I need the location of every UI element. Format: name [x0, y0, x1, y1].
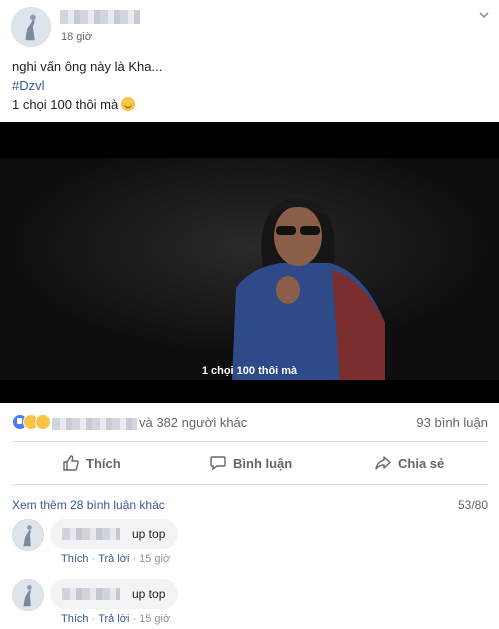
- video-subtitle: 1 chọi 100 thôi mà: [201, 365, 298, 377]
- hashtag-link[interactable]: #Dzvl: [12, 76, 162, 95]
- reaction-others-text[interactable]: và 382 người khác: [139, 415, 247, 430]
- separator-dot: ·: [91, 553, 96, 565]
- comment-text: up top: [132, 587, 166, 601]
- video-scene: [0, 158, 499, 380]
- post-text: nghi vấn ông này là Kha... #Dzvl 1 chọi …: [12, 57, 162, 114]
- chevron-down-icon[interactable]: [477, 8, 491, 22]
- comment-page-count: 53/80: [457, 498, 488, 512]
- reactions-summary[interactable]: và 382 người khác 93 bình luận: [12, 411, 488, 435]
- post-text-line-emoji: 1 chọi 100 thôi mà: [12, 95, 162, 114]
- sad-icon: [35, 414, 51, 430]
- commenter-avatar[interactable]: [12, 579, 44, 611]
- post-text-line: 1 chọi 100 thôi mà: [12, 97, 119, 112]
- avatar-image: [13, 580, 43, 610]
- like-button[interactable]: Thích: [62, 445, 121, 481]
- avatar-image: [13, 520, 43, 550]
- post-time[interactable]: 18 giờ: [61, 31, 92, 43]
- comment-button-label: Bình luận: [233, 455, 293, 471]
- comment-item: up top Thích · Trả lời · 15 giờ: [0, 519, 499, 579]
- comment-actions: Thích · Trả lời · 15 giờ: [61, 553, 170, 565]
- commenter-name-blurred[interactable]: [62, 528, 120, 540]
- comment-time[interactable]: 15 giờ: [139, 553, 170, 565]
- comment-button[interactable]: Bình luận: [209, 445, 292, 481]
- comment-bubble: up top: [50, 579, 178, 609]
- separator-dot: ·: [132, 613, 137, 625]
- comment-reply-link[interactable]: Trả lời: [98, 613, 129, 625]
- thumbs-up-icon: [63, 455, 79, 471]
- comment-reply-link[interactable]: Trả lời: [98, 553, 129, 565]
- comment-text: up top: [132, 527, 166, 541]
- video-player[interactable]: 1 chọi 100 thôi mà: [0, 122, 499, 403]
- comment-actions: Thích · Trả lời · 15 giờ: [61, 613, 170, 625]
- separator-dot: ·: [132, 553, 137, 565]
- commenter-avatar[interactable]: [12, 519, 44, 551]
- speech-bubble-icon: [210, 456, 226, 471]
- author-avatar[interactable]: [11, 7, 51, 47]
- like-button-label: Thích: [86, 455, 121, 471]
- comment-count[interactable]: 93 bình luận: [416, 415, 488, 430]
- separator-dot: ·: [91, 613, 96, 625]
- divider: [12, 441, 488, 442]
- view-more-comments-link[interactable]: Xem thêm 28 bình luận khác: [12, 498, 165, 512]
- comment-like-link[interactable]: Thích: [61, 613, 89, 625]
- video-frame: [0, 158, 499, 380]
- comment-like-link[interactable]: Thích: [61, 553, 89, 565]
- divider: [12, 484, 488, 485]
- slightly-smiling-face-icon: [121, 97, 136, 111]
- share-button[interactable]: Chia sẻ: [374, 445, 444, 481]
- share-arrow-icon: [375, 456, 391, 470]
- comment-item: up top Thích · Trả lời · 15 giờ: [0, 579, 499, 629]
- avatar-image: [12, 8, 50, 46]
- commenter-name-blurred[interactable]: [62, 588, 120, 600]
- post-header: 18 giờ: [0, 0, 499, 50]
- share-button-label: Chia sẻ: [398, 455, 445, 471]
- reactor-names-blurred[interactable]: [52, 418, 137, 430]
- post-action-row: Thích Bình luận Chia sẻ: [0, 445, 499, 481]
- author-name-blurred[interactable]: [60, 10, 140, 24]
- comment-bubble: up top: [50, 519, 178, 549]
- post-text-line: nghi vấn ông này là Kha...: [12, 59, 163, 74]
- comment-time[interactable]: 15 giờ: [139, 613, 170, 625]
